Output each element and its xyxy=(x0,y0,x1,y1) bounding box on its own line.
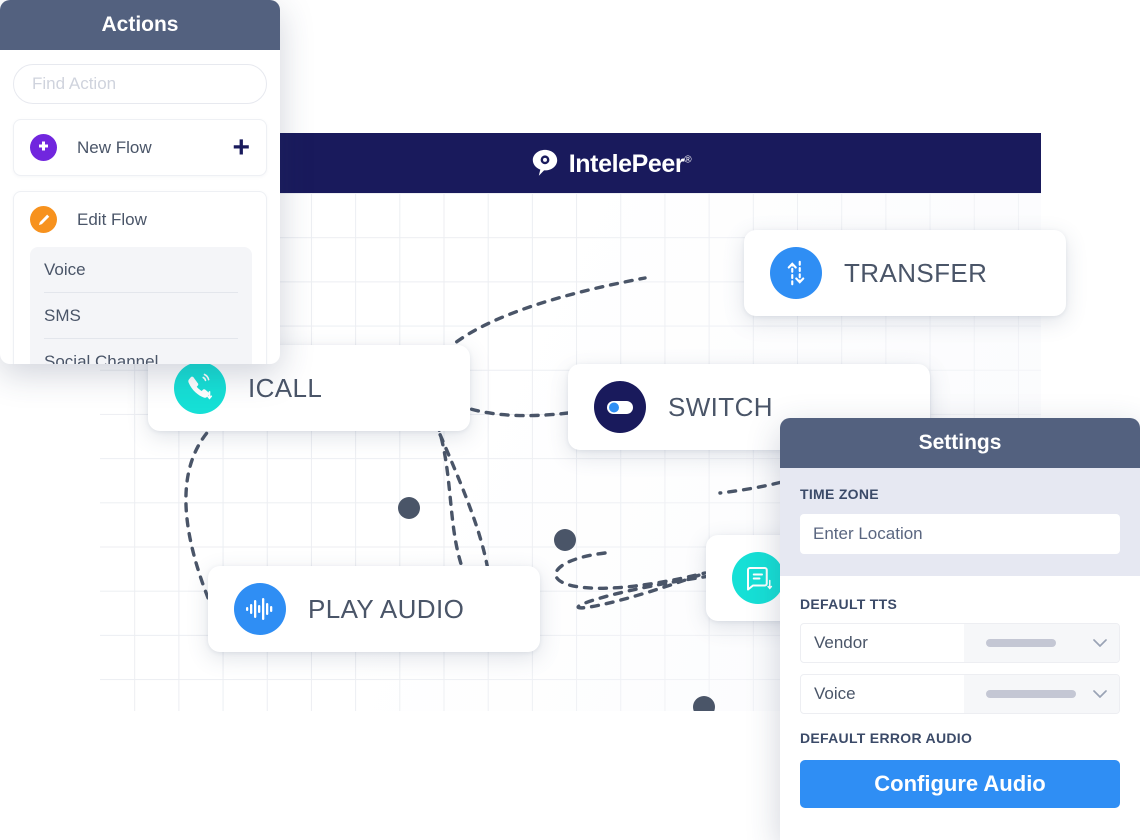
tts-voice-value-placeholder-bar xyxy=(986,690,1076,698)
find-action-input[interactable]: Find Action xyxy=(13,64,267,104)
brand-header: IntelePeer® xyxy=(180,133,1041,193)
port-message-in[interactable] xyxy=(693,696,715,711)
audio-waveform-icon xyxy=(234,583,286,635)
default-error-audio-section: DEFAULT ERROR AUDIO Configure Audio xyxy=(780,714,1140,808)
brand-wordmark: IntelePeer® xyxy=(568,150,692,178)
default-tts-label: DEFAULT TTS xyxy=(800,596,898,612)
edit-flow-card[interactable]: Edit Flow Voice SMS Social Channel xyxy=(13,191,267,364)
chevron-down-icon xyxy=(1093,639,1107,647)
port-icall-out[interactable] xyxy=(398,497,420,519)
default-error-audio-label: DEFAULT ERROR AUDIO xyxy=(800,730,973,746)
app-stage: IntelePeer® TRANSFER SWITCH ICALL PLAY A… xyxy=(0,0,1140,840)
actions-panel-title: Actions xyxy=(0,0,280,50)
edit-flow-label: Edit Flow xyxy=(77,209,147,229)
edit-flow-channel-list: Voice SMS Social Channel xyxy=(30,247,252,364)
plus-circle-icon xyxy=(30,134,57,161)
channel-item-sms[interactable]: SMS xyxy=(44,293,238,339)
message-document-icon xyxy=(732,552,784,604)
find-action-placeholder: Find Action xyxy=(32,74,117,93)
time-zone-label: TIME ZONE xyxy=(800,486,879,502)
tts-vendor-select[interactable]: Vendor xyxy=(800,623,1120,663)
flow-node-label: TRANSFER xyxy=(844,257,988,288)
intelepeer-logo: IntelePeer® xyxy=(530,148,692,178)
edit-flow-row[interactable]: Edit Flow xyxy=(14,192,266,247)
add-flow-button[interactable]: + xyxy=(232,133,250,163)
new-flow-row[interactable]: New Flow + xyxy=(14,120,266,175)
registered-mark: ® xyxy=(684,154,692,166)
time-zone-section: TIME ZONE Enter Location xyxy=(780,468,1140,576)
settings-panel: Settings TIME ZONE Enter Location DEFAUL… xyxy=(780,418,1140,840)
flow-node-label: ICALL xyxy=(248,372,323,403)
tts-vendor-value[interactable] xyxy=(964,624,1119,662)
chevron-down-icon xyxy=(1093,690,1107,698)
time-zone-placeholder: Enter Location xyxy=(813,524,923,543)
new-flow-card[interactable]: New Flow + xyxy=(13,119,267,176)
time-zone-input[interactable]: Enter Location xyxy=(800,514,1120,554)
tts-vendor-label: Vendor xyxy=(814,633,868,652)
intelepeer-speech-bubble-logo-icon xyxy=(532,149,557,176)
channel-item-social[interactable]: Social Channel xyxy=(44,339,238,364)
flow-node-label: PLAY AUDIO xyxy=(308,593,465,624)
configure-audio-button[interactable]: Configure Audio xyxy=(800,760,1120,808)
toggle-switch-icon xyxy=(594,381,646,433)
settings-panel-title: Settings xyxy=(780,418,1140,468)
tts-voice-value[interactable] xyxy=(964,675,1119,713)
brand-name: IntelePeer xyxy=(568,150,685,178)
default-tts-section: DEFAULT TTS Vendor Voice xyxy=(780,576,1140,714)
actions-panel-body: Find Action New Flow + Edit Flow Voice S… xyxy=(0,50,280,364)
tts-voice-label: Voice xyxy=(814,684,856,703)
flow-node-transfer[interactable]: TRANSFER xyxy=(744,230,1066,316)
actions-panel: Actions Find Action New Flow + Edit Flow… xyxy=(0,0,280,364)
new-flow-label: New Flow xyxy=(77,137,152,157)
transfer-arrows-icon xyxy=(770,247,822,299)
channel-item-voice[interactable]: Voice xyxy=(44,247,238,293)
port-switch-in[interactable] xyxy=(554,529,576,551)
flow-node-play-audio[interactable]: PLAY AUDIO xyxy=(208,566,540,652)
tts-vendor-value-placeholder-bar xyxy=(986,639,1057,647)
tts-voice-select[interactable]: Voice xyxy=(800,674,1120,714)
pencil-icon xyxy=(30,206,57,233)
incoming-call-icon xyxy=(174,362,226,414)
flow-node-label: SWITCH xyxy=(668,391,773,422)
